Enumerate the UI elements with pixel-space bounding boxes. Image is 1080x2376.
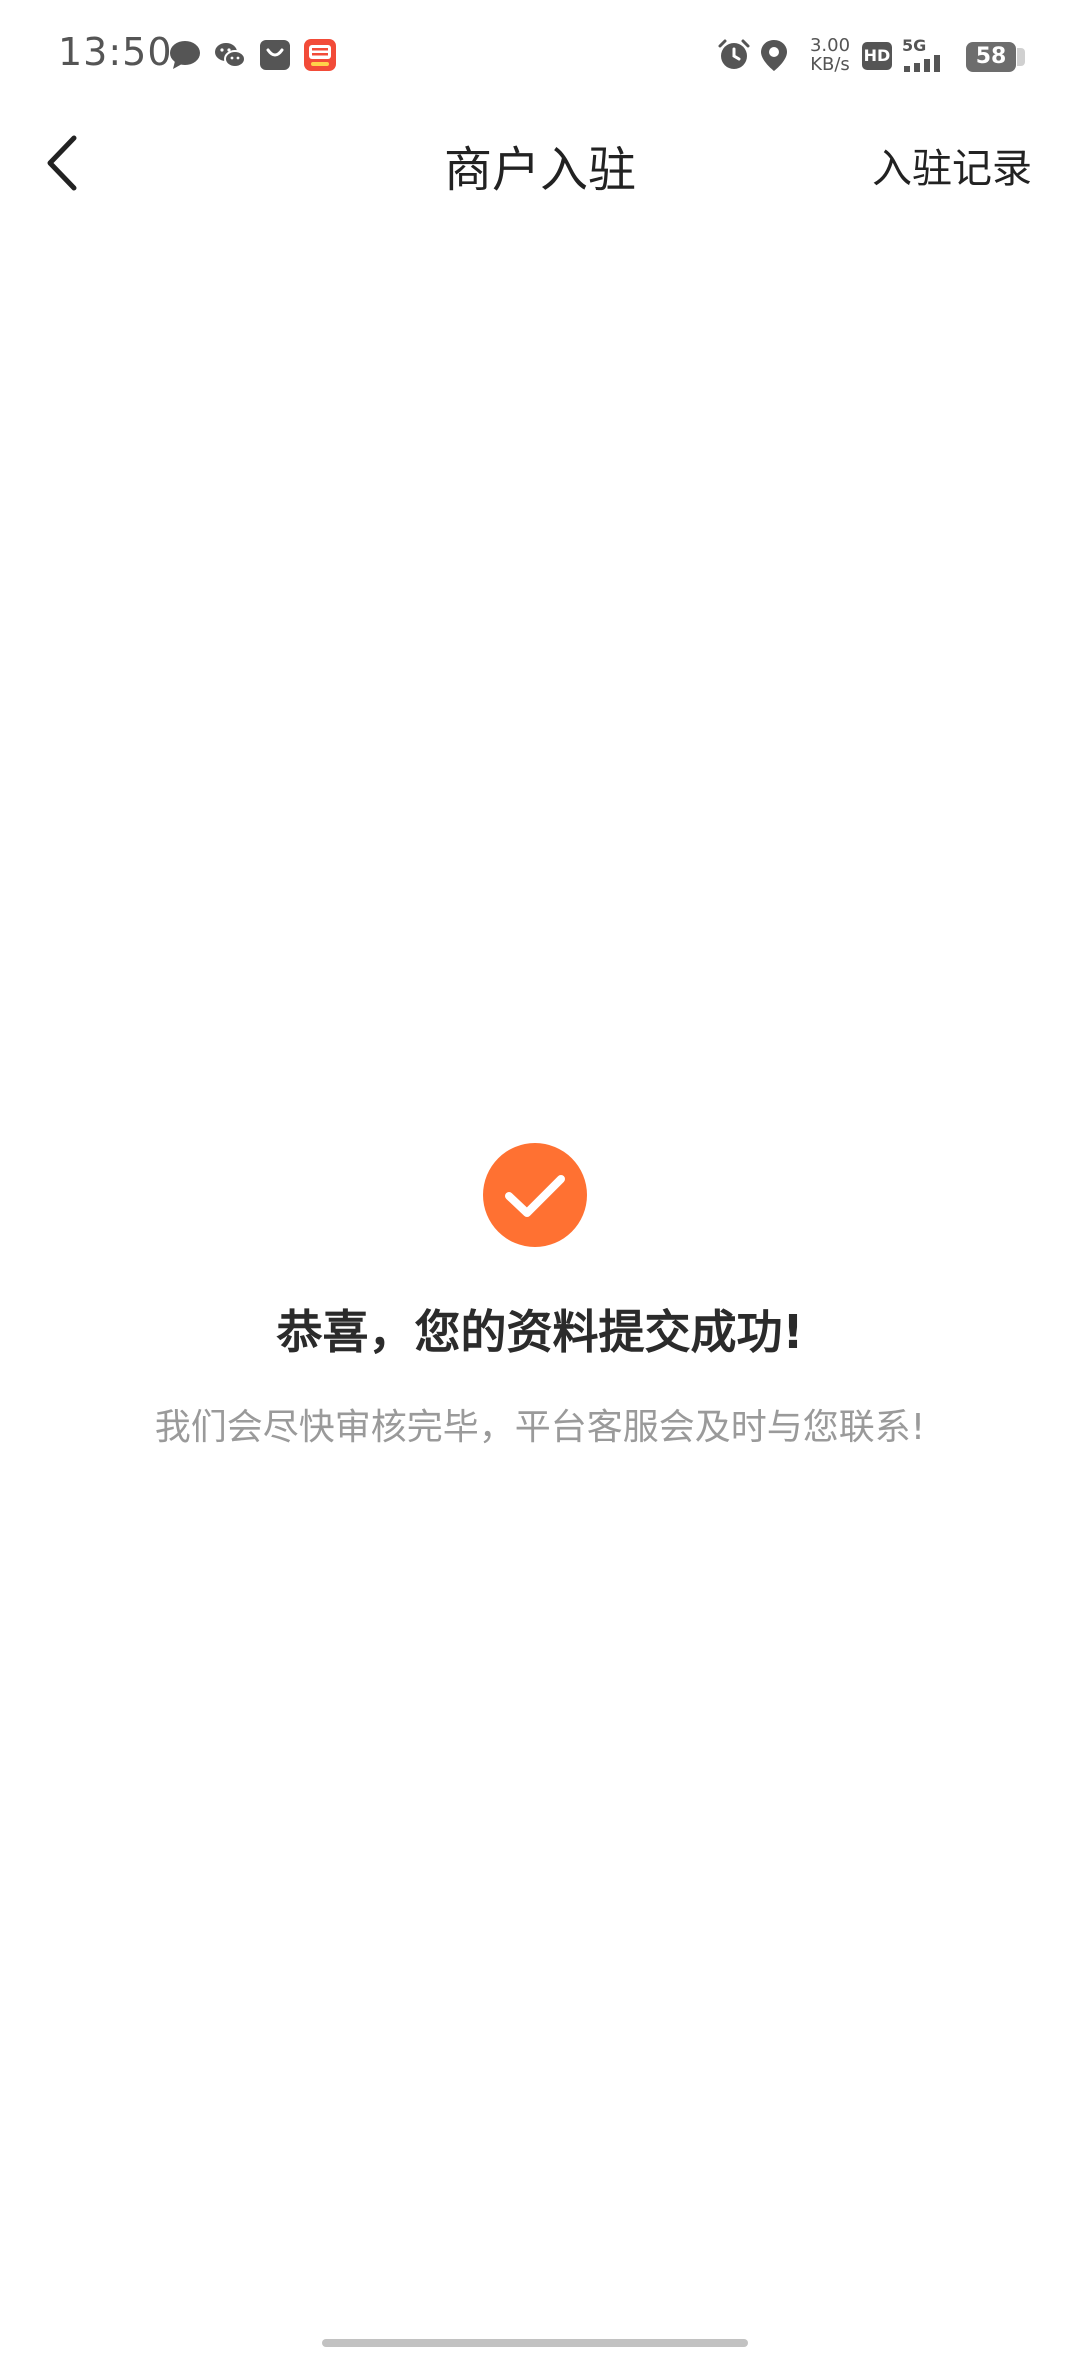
check-circle-icon: [483, 1143, 587, 1247]
success-description: 我们会尽快审核完毕，平台客服会及时与您联系!: [154, 1407, 926, 1448]
home-indicator[interactable]: [322, 2339, 748, 2347]
chevron-left-icon[interactable]: [38, 128, 88, 198]
signal-icon: [904, 55, 940, 72]
alarm-icon: [718, 39, 750, 69]
hd-icon: HD: [862, 42, 892, 70]
battery-icon: 58: [966, 42, 1016, 72]
application-records-link[interactable]: 入驻记录: [872, 136, 1032, 194]
message-icon: [170, 41, 200, 69]
taobao-app-icon: [304, 39, 336, 71]
network-type-label: 5G: [902, 36, 927, 55]
network-speed-unit: KB/s: [810, 54, 850, 75]
network-speed-value: 3.00: [809, 35, 851, 56]
network-speed: 3.00 KB/s: [800, 36, 860, 74]
wechat-icon: [215, 43, 246, 68]
shopping-bag-icon: [260, 40, 290, 70]
battery-tip: [1017, 48, 1025, 66]
success-title: 恭喜，您的资料提交成功!: [276, 1305, 804, 1359]
status-bar: 13:50 3.00 KB/s HD 5G 58: [0, 0, 1080, 110]
location-icon: [761, 40, 787, 71]
page-title: 商户入驻: [443, 142, 636, 198]
status-time: 13:50: [58, 30, 173, 74]
